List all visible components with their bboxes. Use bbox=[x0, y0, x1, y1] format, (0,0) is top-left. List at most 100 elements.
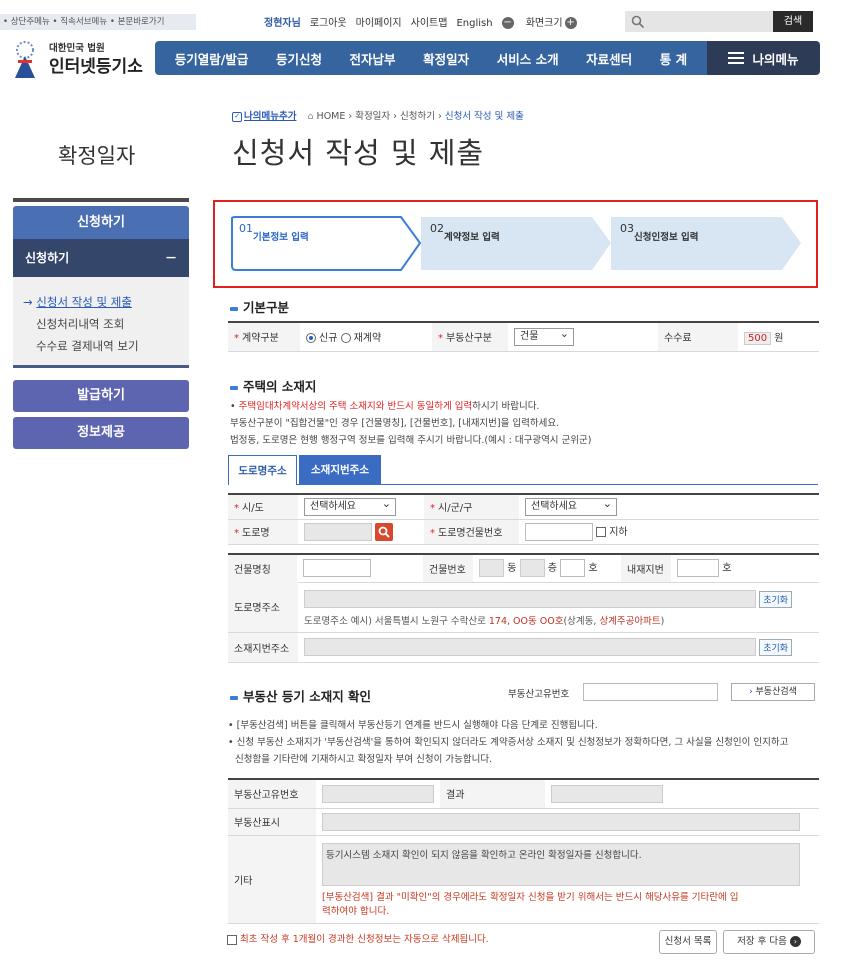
radio-new[interactable] bbox=[306, 333, 316, 344]
sitemap-link[interactable]: 사이트맵 bbox=[411, 18, 448, 29]
ho-input[interactable] bbox=[560, 559, 586, 578]
logout-link[interactable]: 로그아웃 bbox=[310, 18, 347, 29]
unique-no-input[interactable] bbox=[583, 683, 718, 701]
confirm-note-1: • [부동산검색] 버튼을 클릭해서 부동산등기 연계를 반드시 실행해야 다음… bbox=[228, 720, 598, 731]
home-icon[interactable]: ⌂ bbox=[307, 111, 313, 122]
skip-links[interactable]: • 상단주메뉴 • 직속서브메뉴 • 본문바로가기 bbox=[0, 14, 196, 30]
sidebar-submenu: → 신청서 작성 및 제출 신청처리내역 조회 수수료 결제내역 보기 bbox=[13, 277, 189, 368]
site-logo[interactable]: 대한민국 법원 인터넷등기소 bbox=[5, 38, 155, 80]
basic-section-title: 기본구분 bbox=[230, 297, 289, 316]
t-result-value bbox=[551, 784, 663, 803]
sidebar-active-label: 신청하기 bbox=[25, 251, 70, 265]
road-address-example: 도로명주소 예시) 서울특별시 노원구 수락산로 174, OO동 OO호(상계… bbox=[304, 616, 665, 628]
sidebar-info-button[interactable]: 정보제공 bbox=[13, 417, 189, 449]
building-name-label: 건물명칭 bbox=[228, 554, 297, 583]
collapse-icon[interactable]: － bbox=[165, 239, 177, 277]
unique-no-label: 부동산고유번호 bbox=[508, 689, 570, 700]
sidebar-item-payments[interactable]: 수수료 결제내역 보기 bbox=[23, 335, 189, 357]
reset-jibun-button[interactable]: 초기화 bbox=[759, 638, 793, 656]
search-button[interactable]: 검색 bbox=[773, 11, 813, 32]
sidebar-issue-button[interactable]: 발급하기 bbox=[13, 380, 189, 412]
confirm-notes: • [부동산검색] 버튼을 클릭해서 부동산등기 연계를 반드시 실행해야 다음… bbox=[228, 717, 788, 768]
jibun-address-label: 소재지번주소 bbox=[228, 632, 298, 663]
tab-underline bbox=[297, 484, 818, 485]
etc-textarea[interactable]: 등기시스템 소재지 확인이 되지 않음을 확인하고 온라인 확정일자를 신청합니… bbox=[322, 843, 800, 886]
sido-select[interactable]: 선택하세요 bbox=[304, 496, 396, 516]
my-menu-button[interactable]: 나의메뉴 bbox=[707, 41, 820, 75]
zoom-in-icon[interactable]: + bbox=[564, 17, 577, 29]
page-title: 신청서 작성 및 제출 bbox=[232, 136, 485, 170]
road-address-label: 도로명주소 bbox=[228, 582, 298, 633]
sidebar-item-history[interactable]: 신청처리내역 조회 bbox=[23, 313, 189, 335]
confirm-table: 부동산고유번호 결과 부동산표시 기타 등기시스템 소재지 확인이 되지 않음을… bbox=[228, 778, 819, 924]
dong-input[interactable] bbox=[479, 559, 504, 578]
step-2: 02계약정보 입력 bbox=[430, 222, 500, 243]
property-type-select[interactable]: 건물 bbox=[514, 326, 574, 346]
top-utility-nav: 정현자님 로그아웃 마이페이지 사이트맵 English − 화면크기 + bbox=[264, 14, 586, 29]
gnb-e-payment[interactable]: 전자납부 bbox=[350, 49, 396, 68]
address-note-3: 법정동, 도로명은 현행 행정구역 정보를 입력해 주시기 바랍니다.(예시 :… bbox=[230, 435, 592, 446]
user-name: 정현자님 bbox=[264, 18, 301, 29]
building-name-input[interactable] bbox=[303, 559, 371, 578]
road-address-table: *시/도 선택하세요 *시/군/구 선택하세요 *도로명 *도로명건물번호 지하 bbox=[228, 493, 819, 545]
address-notes: • 주택임대차계약서상의 주택 소재지와 반드시 동일하게 입력하시기 바랍니다… bbox=[230, 398, 592, 449]
confirm-section-title: 부동산 등기 소재지 확인 bbox=[230, 686, 371, 705]
road-building-input[interactable] bbox=[525, 522, 593, 541]
hamburger-icon bbox=[728, 52, 745, 64]
building-no-label: 건물번호 bbox=[423, 554, 473, 583]
gnb-registry-apply[interactable]: 등기신청 bbox=[276, 49, 322, 68]
tab-road-address[interactable]: 도로명주소 bbox=[228, 455, 297, 485]
breadcrumb-path[interactable]: HOME › 확정일자 › 신청하기 › bbox=[317, 111, 442, 122]
sidebar-apply-button[interactable]: 신청하기 bbox=[13, 206, 189, 239]
t-display-label: 부동산표시 bbox=[228, 808, 316, 836]
inner-no-label: 내재지번 bbox=[621, 554, 671, 583]
floor-input[interactable] bbox=[519, 559, 545, 578]
road-input[interactable] bbox=[304, 522, 372, 541]
contract-type-radios: 신규 재계약 bbox=[300, 322, 432, 352]
t-etc-label: 기타 bbox=[228, 835, 316, 924]
sigungu-select[interactable]: 선택하세요 bbox=[525, 496, 617, 516]
application-list-button[interactable]: 신청서 목록 bbox=[659, 930, 717, 954]
english-link[interactable]: English bbox=[456, 18, 492, 29]
zoom-out-icon[interactable]: − bbox=[501, 17, 514, 29]
t-uid-value bbox=[322, 784, 434, 803]
basic-table: *계약구분 신규 재계약 *부동산구분 건물 수수료 500 원 bbox=[228, 321, 819, 352]
auto-delete-notice: 최초 작성 후 1개월이 경과한 신청정보는 자동으로 삭제됩니다. bbox=[227, 931, 489, 945]
confirm-note-2: • 신청 부동산 소재지가 '부동산검색'을 통하여 확인되지 않더라도 계약증… bbox=[228, 737, 789, 748]
fee-label: 수수료 bbox=[658, 322, 738, 352]
property-search-button[interactable]: › 부동산검색 bbox=[731, 683, 815, 701]
sigungu-label: * 시/군/구 bbox=[424, 494, 519, 520]
mypage-link[interactable]: 마이페이지 bbox=[356, 18, 402, 29]
address-note-1: • 주택임대차계약서상의 주택 소재지와 반드시 동일하게 입력하시기 바랍니다… bbox=[230, 401, 540, 412]
save-next-button[interactable]: 저장 후 다음 › bbox=[723, 930, 815, 954]
t-uid-label: 부동산고유번호 bbox=[228, 779, 316, 809]
step-indicator bbox=[231, 216, 801, 271]
gnb-resources[interactable]: 자료센터 bbox=[586, 49, 632, 68]
auto-delete-checkbox[interactable] bbox=[227, 934, 237, 945]
step-1: 01기본정보 입력 bbox=[239, 222, 309, 243]
tab-jibun-address[interactable]: 소재지번주소 bbox=[299, 455, 381, 485]
underground-checkbox[interactable] bbox=[596, 526, 607, 537]
address-result-table: 도로명주소 초기화 도로명주소 예시) 서울특별시 노원구 수락산로 174, … bbox=[228, 582, 819, 663]
search-input[interactable] bbox=[625, 11, 773, 32]
t-result-label: 결과 bbox=[440, 779, 545, 809]
my-menu-label: 나의메뉴 bbox=[752, 51, 799, 67]
confirm-note-2b: 신청함을 기타란에 기재하시고 확정일자 부여 신청이 가능합니다. bbox=[235, 754, 493, 765]
arrow-right-icon: › bbox=[789, 936, 801, 947]
gnb-statistics[interactable]: 통 계 bbox=[660, 49, 687, 68]
etc-warning: [부동산검색] 결과 "미확인"의 경우에라도 확정일자 신청을 받기 위해서는… bbox=[322, 892, 739, 917]
building-detail-table: 건물명칭 건물번호 동 층 호 내재지번 호 bbox=[228, 553, 819, 583]
road-building-label: * 도로명건물번호 bbox=[424, 519, 519, 545]
gnb-fixed-date[interactable]: 확정일자 bbox=[423, 49, 469, 68]
inner-no-input[interactable] bbox=[677, 559, 719, 578]
add-menu-link[interactable]: ✓ 나의메뉴추가 bbox=[232, 111, 296, 122]
gnb-registry-view[interactable]: 등기열람/발급 bbox=[175, 49, 249, 68]
reset-road-button[interactable]: 초기화 bbox=[759, 590, 793, 608]
road-label: * 도로명 bbox=[228, 519, 298, 545]
road-search-button[interactable] bbox=[375, 522, 394, 541]
sidebar-active-group[interactable]: 신청하기 － bbox=[13, 239, 189, 277]
sidebar-title: 확정일자 bbox=[58, 144, 136, 168]
sidebar-item-write[interactable]: → 신청서 작성 및 제출 bbox=[23, 291, 189, 313]
gnb-service[interactable]: 서비스 소개 bbox=[497, 49, 559, 68]
radio-renew[interactable] bbox=[340, 333, 351, 344]
